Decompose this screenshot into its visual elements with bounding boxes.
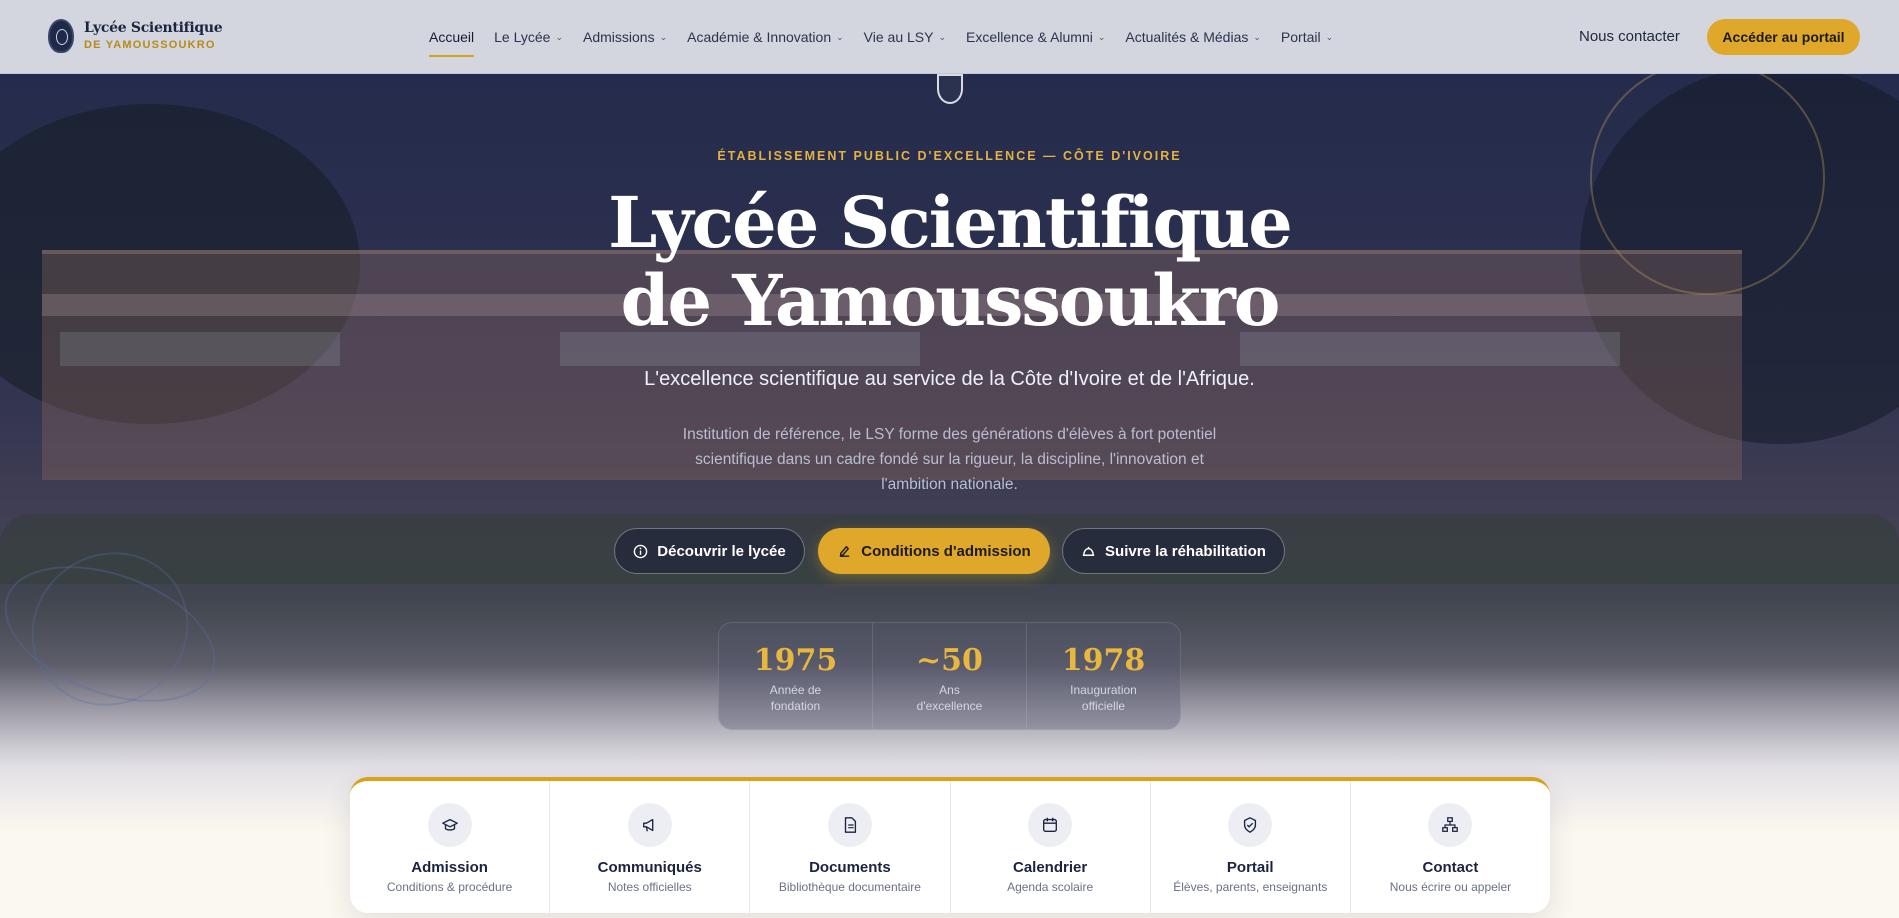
nav-item-label: Académie & Innovation <box>687 29 832 45</box>
stat-item: ~50 Ans d'excellence <box>873 623 1027 729</box>
document-icon <box>827 803 872 847</box>
nav-item-label: Excellence & Alumni <box>966 29 1093 45</box>
quick-link-calendrier[interactable]: Calendrier Agenda scolaire <box>951 781 1151 913</box>
discover-button-label: Découvrir le lycée <box>657 542 786 560</box>
contact-link[interactable]: Nous contacter <box>1579 28 1680 45</box>
calendar-icon <box>1028 803 1073 847</box>
megaphone-icon <box>627 803 672 847</box>
brand-text: Lycée Scientifique DE YAMOUSSOUKRO <box>84 20 223 51</box>
nav-item-academie-innovation[interactable]: Académie & Innovation ⌄ <box>687 0 844 74</box>
hero-tagline: L'excellence scientifique au service de … <box>644 368 1255 390</box>
quick-link-subtitle: Nous écrire ou appeler <box>1389 880 1512 894</box>
quick-link-subtitle: Conditions & procédure <box>386 880 513 894</box>
nav-item-label: Admissions <box>583 29 655 45</box>
discover-button[interactable]: Découvrir le lycée <box>614 528 805 574</box>
quick-link-title: Admission <box>411 859 488 876</box>
hero-crest-icon <box>937 74 963 104</box>
nav-item-actualites-medias[interactable]: Actualités & Médias ⌄ <box>1125 0 1261 74</box>
chevron-down-icon: ⌄ <box>938 31 947 42</box>
nav-item-vie-au-lsy[interactable]: Vie au LSY ⌄ <box>864 0 946 74</box>
hero-title: Lycée Scientifique de Yamoussoukro <box>0 184 1899 340</box>
brand-name: Lycée Scientifique <box>84 20 223 37</box>
quick-link-title: Calendrier <box>1013 859 1088 876</box>
nav-item-portail[interactable]: Portail ⌄ <box>1281 0 1333 74</box>
quick-link-communiques[interactable]: Communiqués Notes officielles <box>550 781 751 913</box>
site-header: Lycée Scientifique DE YAMOUSSOUKRO Accue… <box>0 0 1899 74</box>
rehabilitation-button[interactable]: Suivre la réhabilitation <box>1062 528 1285 574</box>
quick-link-title: Documents <box>809 859 891 876</box>
quick-link-title: Contact <box>1422 859 1479 876</box>
admission-conditions-button[interactable]: Conditions d'admission <box>818 528 1050 574</box>
hard-hat-icon <box>1081 544 1096 559</box>
nav-item-label: Portail <box>1280 29 1321 45</box>
nav-item-le-lycee[interactable]: Le Lycée ⌄ <box>494 0 563 74</box>
chevron-down-icon: ⌄ <box>836 31 844 42</box>
hero-description: Institution de référence, le LSY forme d… <box>682 426 1217 493</box>
quick-link-portail[interactable]: Portail Élèves, parents, enseignants <box>1151 781 1351 913</box>
hero-title-line-2: de Yamoussoukro <box>620 259 1281 342</box>
stats-panel: 1975 Année de fondation ~50 Ans d'excell… <box>718 622 1181 730</box>
chevron-down-icon: ⌄ <box>1097 31 1106 42</box>
quick-link-subtitle: Élèves, parents, enseignants <box>1173 880 1328 894</box>
stat-label: Ans d'excellence <box>916 683 983 713</box>
main-nav: Accueil Le Lycée ⌄ Admissions ⌄ Académie… <box>429 0 1333 74</box>
shield-check-icon <box>1228 803 1273 847</box>
hero-title-line-1: Lycée Scientifique <box>608 181 1293 264</box>
quick-link-title: Portail <box>1226 859 1274 876</box>
hero-kicker: ÉTABLISSEMENT PUBLIC D'EXCELLENCE — CÔTE… <box>717 149 1182 163</box>
portal-button[interactable]: Accéder au portail <box>1707 19 1860 55</box>
school-crest-icon <box>48 19 74 53</box>
quick-link-subtitle: Agenda scolaire <box>1007 880 1094 894</box>
quick-links-bar: Admission Conditions & procédure Communi… <box>350 777 1550 913</box>
nav-item-excellence-alumni[interactable]: Excellence & Alumni ⌄ <box>966 0 1105 74</box>
stat-label: Année de fondation <box>769 683 822 713</box>
nav-item-label: Accueil <box>429 29 475 45</box>
quick-link-admission[interactable]: Admission Conditions & procédure <box>350 781 551 913</box>
stat-item: 1978 Inauguration officielle <box>1027 623 1180 729</box>
brand[interactable]: Lycée Scientifique DE YAMOUSSOUKRO <box>48 19 223 53</box>
stat-label: Inauguration officielle <box>1070 683 1137 713</box>
quick-link-subtitle: Bibliothèque documentaire <box>778 880 921 894</box>
stat-value: 1978 <box>1061 643 1146 678</box>
hand-pen-icon <box>837 544 852 559</box>
nav-item-admissions[interactable]: Admissions ⌄ <box>583 0 667 74</box>
nav-item-label: Le Lycée <box>494 29 551 45</box>
nav-item-label: Actualités & Médias <box>1125 29 1249 45</box>
rehabilitation-button-label: Suivre la réhabilitation <box>1105 542 1266 560</box>
admission-conditions-button-label: Conditions d'admission <box>861 542 1031 560</box>
brand-subtitle: DE YAMOUSSOUKRO <box>84 38 216 51</box>
stat-value: 1975 <box>753 643 838 678</box>
quick-link-contact[interactable]: Contact Nous écrire ou appeler <box>1351 781 1550 913</box>
chevron-down-icon: ⌄ <box>1253 31 1261 42</box>
chevron-down-icon: ⌄ <box>1325 31 1334 42</box>
network-icon <box>1428 803 1473 847</box>
nav-item-label: Vie au LSY <box>863 29 934 45</box>
quick-link-documents[interactable]: Documents Bibliothèque documentaire <box>750 781 951 913</box>
chevron-down-icon: ⌄ <box>555 31 563 42</box>
quick-link-subtitle: Notes officielles <box>607 880 692 894</box>
chevron-down-icon: ⌄ <box>659 31 668 42</box>
graduation-cap-icon <box>427 803 472 847</box>
stat-value: ~50 <box>916 643 983 678</box>
nav-item-accueil[interactable]: Accueil <box>429 0 475 74</box>
info-icon <box>633 544 648 559</box>
stat-item: 1975 Année de fondation <box>719 623 873 729</box>
quick-link-title: Communiqués <box>597 859 702 876</box>
